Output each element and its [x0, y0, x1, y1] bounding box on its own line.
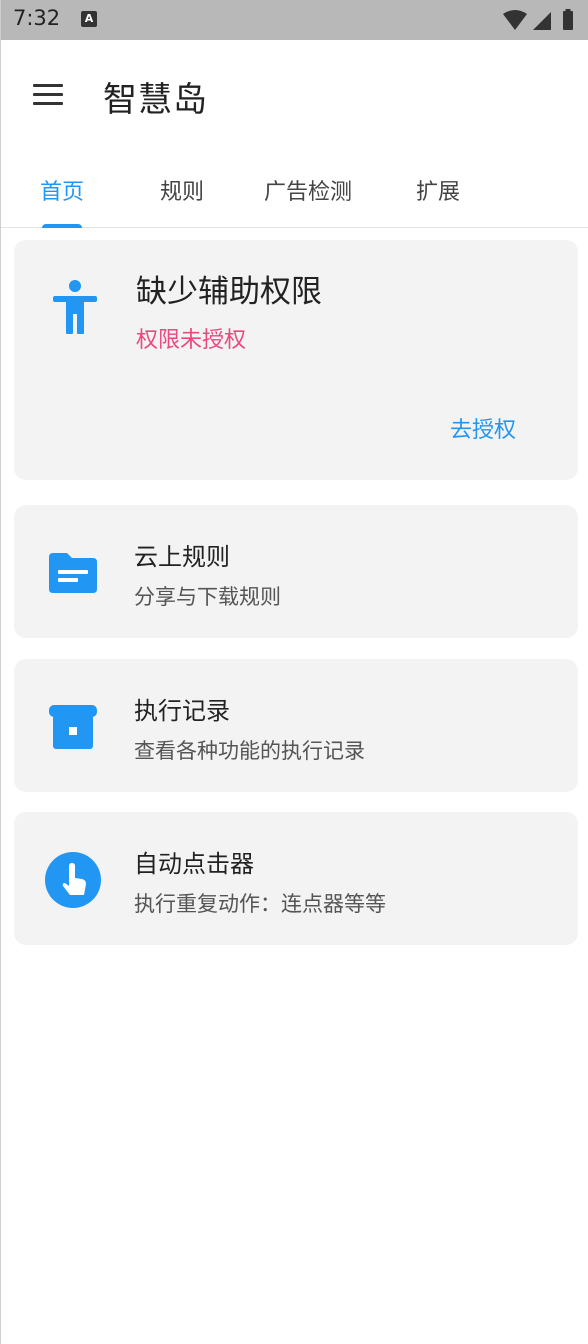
cloud-rules-subtitle: 分享与下载规则 [134, 585, 281, 609]
tab-bar: 首页 规则 广告检测 扩展 [1, 150, 588, 228]
tab-home[interactable]: 首页 [40, 174, 84, 214]
folder-icon [49, 553, 97, 593]
auto-clicker-title: 自动点击器 [134, 850, 254, 878]
auto-clicker-card[interactable]: 自动点击器 执行重复动作：连点器等等 [14, 812, 578, 945]
accessibility-icon [53, 280, 97, 334]
cloud-rules-card[interactable]: 云上规则 分享与下载规则 [14, 505, 578, 638]
app-title: 智慧岛 [103, 80, 208, 120]
tab-ad-detection[interactable]: 广告检测 [264, 174, 352, 214]
status-time: 7:32 [13, 6, 61, 30]
app-screen: 7:32 A 智慧岛 首页 规则 广告检测 扩展 缺少辅助权限 权限未授权 去授… [0, 0, 588, 1344]
status-bar: 7:32 A [1, 0, 588, 40]
permission-title: 缺少辅助权限 [136, 274, 322, 310]
accessibility-permission-card[interactable]: 缺少辅助权限 权限未授权 去授权 [14, 240, 578, 480]
app-bar: 智慧岛 [1, 40, 588, 150]
wifi-icon [503, 10, 527, 30]
tab-extensions[interactable]: 扩展 [416, 174, 460, 214]
execution-record-title: 执行记录 [134, 697, 230, 725]
auto-clicker-subtitle: 执行重复动作：连点器等等 [134, 892, 386, 916]
archive-icon [49, 705, 97, 749]
tab-rules[interactable]: 规则 [160, 174, 204, 214]
tab-indicator [42, 224, 82, 228]
execution-record-subtitle: 查看各种功能的执行记录 [134, 739, 365, 763]
execution-record-card[interactable]: 执行记录 查看各种功能的执行记录 [14, 659, 578, 792]
battery-icon [563, 9, 573, 30]
permission-status: 权限未授权 [136, 328, 247, 353]
hamburger-menu-icon[interactable] [27, 76, 71, 112]
cloud-rules-title: 云上规则 [134, 543, 230, 571]
touch-icon [45, 852, 101, 908]
status-icons [503, 9, 573, 30]
signal-icon [533, 12, 551, 30]
grant-permission-button[interactable]: 去授权 [450, 412, 516, 444]
notification-icon: A [81, 11, 97, 27]
